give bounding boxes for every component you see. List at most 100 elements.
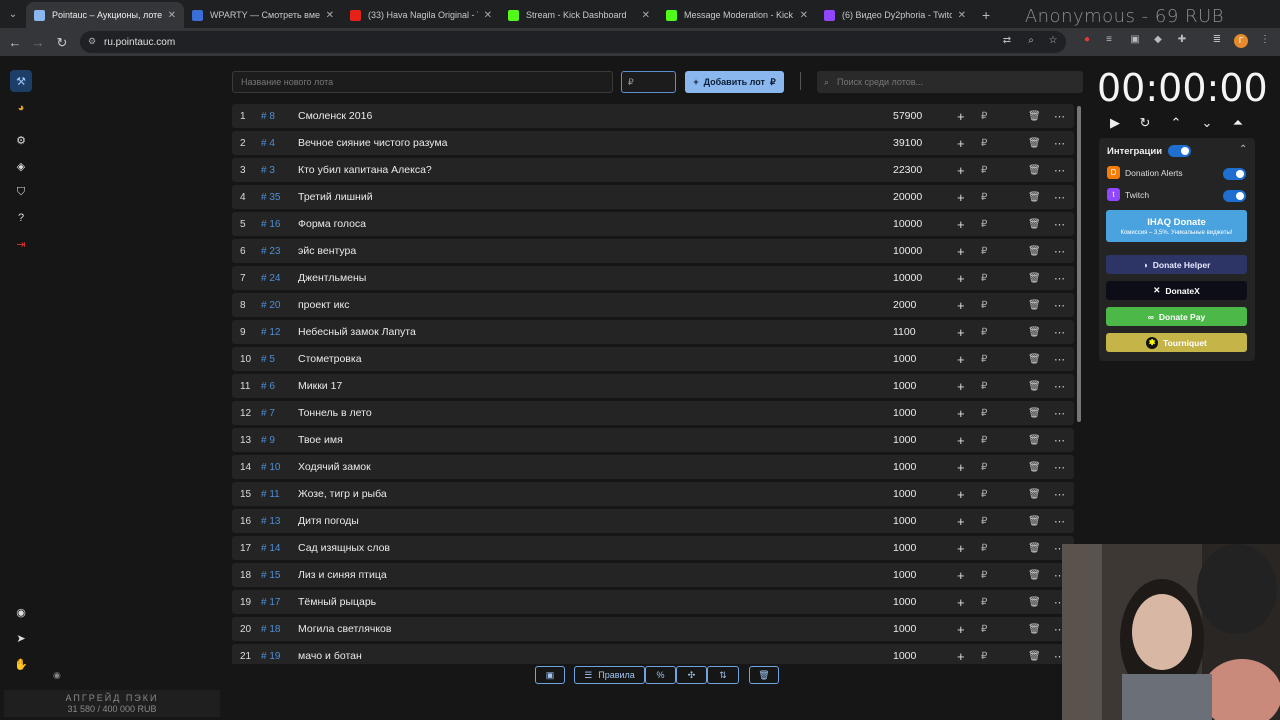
lot-name[interactable]: Сад изящных слов <box>298 542 390 554</box>
more-options-icon[interactable]: ⋯ <box>1054 434 1065 447</box>
sidebar-auction-gavel-icon[interactable]: ⚒ <box>10 70 32 92</box>
delete-lot-trash-icon[interactable]: 🗑 <box>1028 246 1041 257</box>
lot-name[interactable]: Жозе, тигр и рыба <box>298 488 387 500</box>
merge-button[interactable]: ✣ <box>676 666 707 684</box>
lot-name[interactable]: Могила светлячков <box>298 623 391 635</box>
delete-lot-trash-icon[interactable]: 🗑 <box>1028 165 1041 176</box>
lot-name[interactable]: Микки 17 <box>298 380 342 392</box>
add-amount-plus-icon[interactable]: + <box>957 271 965 286</box>
lot-row[interactable]: 13 # 9 Твое имя 1000 + ₽ 🗑 ⋯ <box>232 428 1074 452</box>
lot-amount[interactable]: 2000 <box>893 299 916 311</box>
lot-row[interactable]: 2 # 4 Вечное сияние чистого разума 39100 + ₽ 🗑… <box>232 131 1074 155</box>
media-control-icon[interactable]: ≣ <box>1210 34 1224 48</box>
lot-row[interactable]: 6 # 23 эйс вентура 10000 + ₽ 🗑 ⋯ <box>232 239 1074 263</box>
more-options-icon[interactable]: ⋯ <box>1054 272 1065 285</box>
lot-amount[interactable]: 1000 <box>893 515 916 527</box>
close-tab-icon[interactable]: ✕ <box>168 10 176 21</box>
lot-search-input[interactable]: ⌕ Поиск среди лотов... <box>817 71 1083 93</box>
lot-row[interactable]: 1 # 8 Смоленск 2016 57900 + ₽ 🗑 ⋯ <box>232 104 1074 128</box>
add-amount-plus-icon[interactable]: + <box>957 460 965 475</box>
lot-row[interactable]: 18 # 15 Лиз и синяя птица 1000 + ₽ 🗑 ⋯ <box>232 563 1074 587</box>
more-options-icon[interactable]: ⋯ <box>1054 461 1065 474</box>
forward-arrow-icon[interactable]: → <box>26 35 50 50</box>
lot-name[interactable]: Кто убил капитана Алекса? <box>298 164 432 176</box>
lot-row[interactable]: 12 # 7 Тоннель в лето 1000 + ₽ 🗑 ⋯ <box>232 401 1074 425</box>
add-amount-plus-icon[interactable]: + <box>957 649 965 664</box>
double-chevron-up-icon[interactable]: ⏶ <box>1230 115 1246 131</box>
lot-row[interactable]: 7 # 24 Джентльмены 10000 + ₽ 🗑 ⋯ <box>232 266 1074 290</box>
delete-lot-trash-icon[interactable]: 🗑 <box>1028 111 1041 122</box>
lots-scrollbar[interactable] <box>1077 106 1081 422</box>
lot-name[interactable]: Лиз и синяя птица <box>298 569 387 581</box>
lot-amount[interactable]: 39100 <box>893 137 922 149</box>
delete-lot-trash-icon[interactable]: 🗑 <box>1028 138 1041 149</box>
delete-lot-trash-icon[interactable]: 🗑 <box>1028 516 1041 527</box>
sidebar-help-icon[interactable]: ? <box>10 207 32 229</box>
extension-icon[interactable]: ≡ <box>1102 34 1116 48</box>
add-rub-icon[interactable]: ₽ <box>981 516 987 527</box>
lot-name[interactable]: Дитя погоды <box>298 515 359 527</box>
delete-lot-trash-icon[interactable]: 🗑 <box>1028 408 1041 419</box>
collapse-chevron-icon[interactable]: ⌃ <box>1239 144 1247 155</box>
sidebar-telegram-icon[interactable]: ➤ <box>10 627 32 649</box>
delete-lot-trash-icon[interactable]: 🗑 <box>1028 435 1041 446</box>
lot-name[interactable]: Вечное сияние чистого разума <box>298 137 448 149</box>
add-amount-plus-icon[interactable]: + <box>957 406 965 421</box>
sidebar-layers-icon[interactable]: ◈ <box>10 155 32 177</box>
add-rub-icon[interactable]: ₽ <box>981 624 987 635</box>
lot-name[interactable]: Форма голоса <box>298 218 366 230</box>
ihaq-donate-button[interactable]: IHAQ Donate Комиссия – 3,5%. Уникальные … <box>1106 210 1247 242</box>
more-options-icon[interactable]: ⋯ <box>1054 488 1065 501</box>
lot-row[interactable]: 19 # 17 Тёмный рыцарь 1000 + ₽ 🗑 ⋯ <box>232 590 1074 614</box>
add-amount-plus-icon[interactable]: + <box>957 325 965 340</box>
lot-amount[interactable]: 1000 <box>893 353 916 365</box>
play-icon[interactable]: ▶ <box>1107 115 1123 131</box>
delete-lot-trash-icon[interactable]: 🗑 <box>1028 273 1041 284</box>
lot-amount[interactable]: 1000 <box>893 380 916 392</box>
delete-lot-trash-icon[interactable]: 🗑 <box>1028 489 1041 500</box>
site-info-icon[interactable]: ⚙ <box>88 36 99 47</box>
lot-name[interactable]: Тёмный рыцарь <box>298 596 376 608</box>
lot-amount[interactable]: 1000 <box>893 596 916 608</box>
browser-tab[interactable]: (6) Видео Dy2phoria - Twitch ✕ <box>816 2 974 28</box>
sidebar-logout-icon[interactable]: ⇥ <box>10 233 32 255</box>
lot-row[interactable]: 4 # 35 Третий лишний 20000 + ₽ 🗑 ⋯ <box>232 185 1074 209</box>
browser-tab[interactable]: WPARTY — Смотреть вместе ✕ <box>184 2 342 28</box>
lot-amount[interactable]: 1000 <box>893 650 916 662</box>
add-amount-plus-icon[interactable]: + <box>957 514 965 529</box>
add-rub-icon[interactable]: ₽ <box>981 435 987 446</box>
sidebar-settings-gear-icon[interactable]: ⚙ <box>10 129 32 151</box>
lot-row[interactable]: 21 # 19 мачо и ботан 1000 + ₽ 🗑 ⋯ <box>232 644 1074 664</box>
lot-name[interactable]: Твое имя <box>298 434 343 446</box>
add-rub-icon[interactable]: ₽ <box>981 489 987 500</box>
delete-lot-trash-icon[interactable]: 🗑 <box>1028 651 1041 662</box>
donatex-button[interactable]: ✕ DonateX <box>1106 281 1247 300</box>
lot-row[interactable]: 5 # 16 Форма голоса 10000 + ₽ 🗑 ⋯ <box>232 212 1074 236</box>
more-options-icon[interactable]: ⋯ <box>1054 515 1065 528</box>
lot-amount[interactable]: 1100 <box>893 326 916 338</box>
delete-lot-trash-icon[interactable]: 🗑 <box>1028 543 1041 554</box>
lot-row[interactable]: 15 # 11 Жозе, тигр и рыба 1000 + ₽ 🗑 ⋯ <box>232 482 1074 506</box>
delete-lot-trash-icon[interactable]: 🗑 <box>1028 300 1041 311</box>
delete-lot-trash-icon[interactable]: 🗑 <box>1028 192 1041 203</box>
add-rub-icon[interactable]: ₽ <box>981 300 987 311</box>
add-rub-icon[interactable]: ₽ <box>981 138 987 149</box>
reset-icon[interactable]: ↻ <box>1137 115 1153 131</box>
lot-row[interactable]: 3 # 3 Кто убил капитана Алекса? 22300 + ₽ 🗑 ⋯ <box>232 158 1074 182</box>
donation-alerts-toggle[interactable] <box>1223 168 1246 180</box>
add-rub-icon[interactable]: ₽ <box>981 273 987 284</box>
new-lot-input[interactable]: Название нового лота <box>232 71 613 93</box>
more-options-icon[interactable]: ⋯ <box>1054 299 1065 312</box>
lot-amount-input[interactable]: ₽ <box>621 71 676 93</box>
browser-tab[interactable]: Stream - Kick Dashboard ✕ <box>500 2 658 28</box>
sort-button[interactable]: ⇅ <box>707 666 739 684</box>
integrations-toggle[interactable] <box>1168 145 1191 157</box>
delete-lot-trash-icon[interactable]: 🗑 <box>1028 327 1041 338</box>
browser-menu-icon[interactable]: ⋮ <box>1258 34 1272 48</box>
add-amount-plus-icon[interactable]: + <box>957 136 965 151</box>
add-rub-icon[interactable]: ₽ <box>981 219 987 230</box>
more-options-icon[interactable]: ⋯ <box>1054 164 1065 177</box>
lot-amount[interactable]: 1000 <box>893 488 916 500</box>
lot-amount[interactable]: 1000 <box>893 569 916 581</box>
more-options-icon[interactable]: ⋯ <box>1054 110 1065 123</box>
